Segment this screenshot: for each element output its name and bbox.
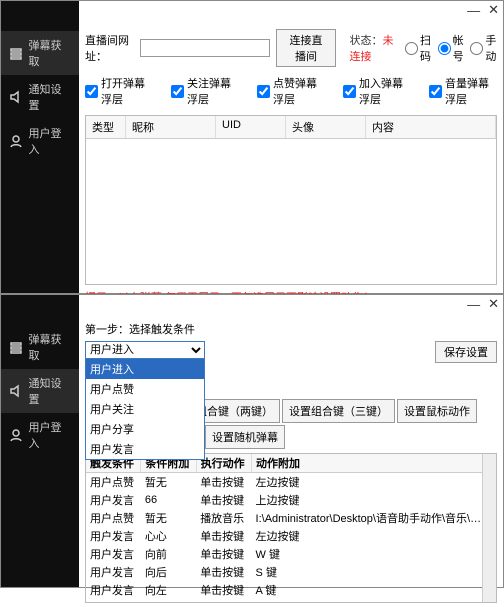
- sidebar-item-danmu[interactable]: 弹幕获取: [1, 325, 79, 369]
- url-label: 直播间网址：: [85, 32, 134, 64]
- radio-manual[interactable]: 手动: [470, 32, 497, 64]
- filter-checks: 打开弹幕浮层 关注弹幕浮层 点赞弹幕浮层 加入弹幕浮层 音量弹幕浮层: [85, 75, 497, 107]
- window-bottom: — ✕ 弹幕获取 通知设置 用户登入 第一步：选择触发条件 用户进入 用户进入: [0, 294, 504, 588]
- col-type: 类型: [86, 116, 126, 138]
- sidebar-item-notify[interactable]: 通知设置: [1, 369, 79, 413]
- connect-row: 直播间网址： 连接直播间 状态：未连接 扫码 帐号 手动: [85, 29, 497, 67]
- danmu-table[interactable]: 类型 昵称 UID 头像 内容: [85, 115, 497, 285]
- table-row[interactable]: 用户发言向右单击按键D 键: [86, 599, 496, 603]
- trigger-dropdown[interactable]: 用户进入 用户进入 用户点赞 用户关注 用户分享 用户发言: [85, 341, 205, 359]
- sidebar-item-login[interactable]: 用户登入: [1, 119, 79, 163]
- main-bottom: 第一步：选择触发条件 用户进入 用户进入 用户点赞 用户关注 用户分享 用户发言…: [79, 313, 503, 607]
- radio-account[interactable]: 帐号: [438, 32, 465, 64]
- option-1[interactable]: 用户点赞: [86, 379, 204, 399]
- speaker-icon: [9, 384, 23, 398]
- list-icon: [9, 46, 23, 60]
- window-top: — ✕ 弹幕获取 通知设置 用户登入 直播间网址： 连接直播间 状态：未连接 扫…: [0, 0, 504, 294]
- minimize-button[interactable]: —: [467, 297, 480, 312]
- table-header: 类型 昵称 UID 头像 内容: [86, 116, 496, 139]
- save-button[interactable]: 保存设置: [435, 341, 497, 363]
- table-row[interactable]: 用户发言向后单击按键S 键: [86, 563, 496, 581]
- option-3[interactable]: 用户分享: [86, 419, 204, 439]
- col-nick: 昵称: [126, 116, 216, 138]
- mode-radios: 扫码 帐号 手动: [405, 32, 497, 64]
- table-row[interactable]: 用户发言向左单击按键A 键: [86, 581, 496, 599]
- check-3[interactable]: 加入弹幕浮层: [343, 75, 411, 107]
- minimize-button[interactable]: —: [467, 3, 480, 18]
- sidebar-item-notify[interactable]: 通知设置: [1, 75, 79, 119]
- gh-3: 动作附加: [252, 454, 496, 473]
- tab-2[interactable]: 设置组合键（三键）: [282, 399, 395, 423]
- check-4[interactable]: 音量弹幕浮层: [429, 75, 497, 107]
- sidebar: 弹幕获取 通知设置 用户登入: [1, 295, 79, 587]
- table-row[interactable]: 用户发言66单击按键上边按键: [86, 491, 496, 509]
- status: 状态：未连接: [350, 32, 399, 64]
- trigger-select[interactable]: 用户进入: [85, 341, 205, 359]
- step1-title: 第一步：选择触发条件: [85, 321, 497, 337]
- sidebar: 弹幕获取 通知设置 用户登入: [1, 1, 79, 293]
- speaker-icon: [9, 90, 23, 104]
- sidebar-item-danmu[interactable]: 弹幕获取: [1, 31, 79, 75]
- tab-6[interactable]: 设置随机弹幕: [205, 425, 285, 449]
- sidebar-item-login[interactable]: 用户登入: [1, 413, 79, 457]
- table-row[interactable]: 用户发言心心单击按键左边按键: [86, 527, 496, 545]
- check-0[interactable]: 打开弹幕浮层: [85, 75, 153, 107]
- check-2[interactable]: 点赞弹幕浮层: [257, 75, 325, 107]
- sidebar-item-label: 通知设置: [29, 81, 71, 113]
- user-icon: [9, 428, 23, 442]
- step1-row: 用户进入 用户进入 用户点赞 用户关注 用户分享 用户发言 保存设置: [85, 341, 497, 363]
- radio-scan[interactable]: 扫码: [405, 32, 432, 64]
- option-0[interactable]: 用户进入: [86, 359, 204, 379]
- table-row[interactable]: 用户发言向前单击按键W 键: [86, 545, 496, 563]
- status-label: 状态：: [350, 35, 383, 47]
- close-button[interactable]: ✕: [488, 296, 499, 312]
- col-content: 内容: [366, 116, 496, 138]
- user-icon: [9, 134, 23, 148]
- option-2[interactable]: 用户关注: [86, 399, 204, 419]
- sidebar-item-label: 用户登入: [29, 125, 71, 157]
- tab-3[interactable]: 设置鼠标动作: [397, 399, 477, 423]
- rules-grid[interactable]: 触发条件 条件附加 执行动作 动作附加 用户点赞暂无单击按键左边按键用户发言66…: [85, 453, 497, 603]
- scrollbar[interactable]: [482, 454, 496, 602]
- sidebar-item-label: 通知设置: [29, 375, 71, 407]
- table-row[interactable]: 用户点赞暂无单击按键左边按键: [86, 473, 496, 492]
- sidebar-item-label: 用户登入: [29, 419, 71, 451]
- list-icon: [9, 340, 23, 354]
- col-uid: UID: [216, 116, 286, 138]
- option-4[interactable]: 用户发言: [86, 439, 204, 459]
- close-button[interactable]: ✕: [488, 2, 499, 18]
- sidebar-item-label: 弹幕获取: [29, 37, 71, 69]
- url-input[interactable]: [140, 39, 270, 57]
- check-1[interactable]: 关注弹幕浮层: [171, 75, 239, 107]
- sidebar-item-label: 弹幕获取: [29, 331, 71, 363]
- table-row[interactable]: 用户点赞暂无播放音乐I:\Administrator\Desktop\语音助手动…: [86, 509, 496, 527]
- connect-button[interactable]: 连接直播间: [276, 29, 335, 67]
- trigger-options: 用户进入 用户点赞 用户关注 用户分享 用户发言: [85, 359, 205, 460]
- col-avatar: 头像: [286, 116, 366, 138]
- main-top: 直播间网址： 连接直播间 状态：未连接 扫码 帐号 手动 打开弹幕浮层 关注弹幕…: [79, 19, 503, 309]
